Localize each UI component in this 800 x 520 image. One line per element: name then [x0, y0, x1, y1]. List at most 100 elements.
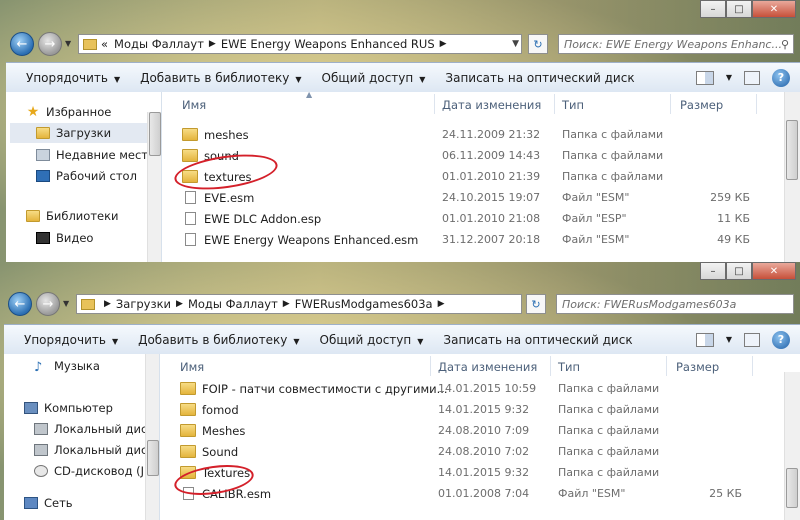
file-row[interactable]: EWE DLC Addon.esp 01.01.2010 21:08 Файл "E…: [166, 208, 800, 229]
sidebar-item-network[interactable]: Сеть: [24, 493, 73, 513]
cd-drive-icon: [34, 465, 48, 477]
command-bar: Упорядочить ▼ Добавить в библиотеку ▼ Общи…: [4, 324, 800, 354]
change-view-icon[interactable]: [695, 70, 714, 85]
breadcrumb-mody-fallout[interactable]: Моды Фаллаут: [114, 37, 204, 51]
sidebar-item-cd-drive[interactable]: CD-дисковод (J:): [34, 461, 152, 481]
help-icon[interactable]: ?: [772, 68, 790, 87]
share-menu[interactable]: Общий доступ ▼: [322, 71, 426, 85]
sidebar-item-desktop[interactable]: Рабочий стол: [36, 166, 137, 186]
nav-scrollbar[interactable]: [145, 354, 159, 520]
close-button[interactable]: ✕: [752, 0, 796, 18]
organize-menu[interactable]: Упорядочить ▼: [26, 71, 120, 85]
folder-row[interactable]: Textures 14.01.2015 9:32 Папка с файлами: [164, 462, 800, 483]
nav-scrollbar[interactable]: [147, 112, 161, 262]
burn-disc-button[interactable]: Записать на оптический диск: [445, 71, 634, 85]
chevron-down-icon: ▼: [113, 74, 121, 84]
column-type[interactable]: Тип: [558, 360, 580, 374]
preview-pane-icon[interactable]: [744, 332, 760, 347]
share-menu[interactable]: Общий доступ ▼: [320, 333, 424, 347]
cell-size: 11 КБ: [717, 212, 750, 225]
refresh-button[interactable]: ↻: [528, 34, 548, 54]
help-icon[interactable]: ?: [772, 330, 790, 349]
column-size[interactable]: Размер: [676, 360, 719, 374]
back-button[interactable]: ←: [8, 292, 32, 316]
folder-row[interactable]: fomod 14.01.2015 9:32 Папка с файлами: [164, 399, 800, 420]
add-to-library-menu[interactable]: Добавить в библиотеку ▼: [138, 333, 299, 347]
folder-row[interactable]: Meshes 24.08.2010 7:09 Папка с файлами: [164, 420, 800, 441]
chevron-right-icon[interactable]: ▶: [176, 299, 183, 309]
cell-type: Папка с файлами: [558, 382, 660, 395]
forward-button[interactable]: →: [38, 32, 62, 56]
desktop-icon: [36, 170, 50, 182]
chevron-down-icon[interactable]: ▼: [726, 335, 732, 344]
column-date[interactable]: Дата изменения: [442, 98, 541, 112]
toolbar-right-tools: ▼ ?: [695, 330, 790, 349]
sidebar-item-recent-places[interactable]: Недавние места: [36, 145, 155, 165]
recent-pages-dropdown[interactable]: ▼: [63, 299, 73, 308]
file-list-scrollbar[interactable]: [784, 92, 800, 262]
chevron-down-icon: ▼: [111, 336, 119, 346]
folder-row[interactable]: Sound 24.08.2010 7:02 Папка с файлами: [164, 441, 800, 462]
burn-disc-button[interactable]: Записать на оптический диск: [443, 333, 632, 347]
nav-scrollbar-thumb[interactable]: [149, 112, 161, 156]
sidebar-item-computer[interactable]: Компьютер: [24, 398, 113, 418]
maximize-button[interactable]: □: [726, 0, 752, 18]
address-bar[interactable]: « Моды Фаллаут ▶ EWE Energy Weapons Enha…: [78, 34, 522, 54]
cell-date: 24.11.2009 21:32: [442, 128, 541, 141]
file-row[interactable]: EVE.esm 24.10.2015 19:07 Файл "ESM" 259 КБ: [166, 187, 800, 208]
chevron-down-icon: ▼: [419, 74, 426, 84]
file-list-scrollbar[interactable]: [784, 372, 800, 520]
breadcrumb-ewe[interactable]: EWE Energy Weapons Enhanced RUS: [221, 37, 435, 51]
organize-menu[interactable]: Упорядочить ▼: [24, 333, 118, 347]
file-list-scrollbar-thumb[interactable]: [786, 468, 798, 508]
navigation-pane: ★ Избранное Загрузки Недавние места Рабоч…: [6, 92, 162, 262]
file-list-scrollbar-thumb[interactable]: [786, 120, 798, 180]
chevron-right-icon[interactable]: ▶: [209, 39, 216, 49]
sidebar-item-favorites[interactable]: ★ Избранное: [26, 102, 112, 122]
sidebar-item-libraries[interactable]: Библиотеки: [26, 206, 119, 226]
sidebar-item-video[interactable]: Видео: [36, 228, 93, 248]
minimize-button[interactable]: –: [700, 0, 726, 18]
column-type[interactable]: Тип: [562, 98, 584, 112]
chevron-right-icon[interactable]: ▶: [440, 39, 447, 49]
search-input[interactable]: Поиск: FWERusModgames603a: [556, 294, 794, 314]
chevron-right-icon[interactable]: ▶: [283, 299, 290, 309]
file-row[interactable]: CALIBR.esm 01.01.2008 7:04 Файл "ESM" 25 КБ: [164, 483, 800, 504]
change-view-icon[interactable]: [695, 332, 714, 347]
forward-button[interactable]: →: [36, 292, 60, 316]
breadcrumb-downloads[interactable]: Загрузки: [116, 297, 171, 311]
recent-pages-dropdown[interactable]: ▼: [65, 39, 75, 48]
close-button[interactable]: ✕: [752, 262, 796, 280]
sidebar-item-downloads[interactable]: Загрузки: [10, 123, 150, 143]
refresh-button[interactable]: ↻: [526, 294, 546, 314]
chevron-right-icon[interactable]: ▶: [438, 299, 445, 309]
sidebar-item-music[interactable]: ♪ Музыка: [34, 356, 100, 376]
nav-scrollbar-thumb[interactable]: [147, 440, 159, 476]
back-button[interactable]: ←: [10, 32, 34, 56]
preview-pane-icon[interactable]: [744, 70, 760, 85]
column-size[interactable]: Размер: [680, 98, 723, 112]
chevron-right-icon[interactable]: ▶: [104, 299, 111, 309]
breadcrumb-overflow[interactable]: «: [101, 37, 108, 51]
address-dropdown-icon[interactable]: ▼: [512, 39, 519, 49]
folder-row[interactable]: FOIP - патчи совместимости с другими... 1…: [164, 378, 800, 399]
address-bar[interactable]: ▶ Загрузки ▶ Моды Фаллаут ▶ FWERusModgam…: [76, 294, 522, 314]
sidebar-item-local-disk-2[interactable]: Локальный диск: [34, 440, 154, 460]
breadcrumb-mody-fallout[interactable]: Моды Фаллаут: [188, 297, 278, 311]
add-to-library-menu[interactable]: Добавить в библиотеку ▼: [140, 71, 301, 85]
minimize-button[interactable]: –: [700, 262, 726, 280]
cell-date: 01.01.2008 7:04: [438, 487, 530, 500]
maximize-button[interactable]: □: [726, 262, 752, 280]
column-date[interactable]: Дата изменения: [438, 360, 537, 374]
column-name[interactable]: Имя: [180, 360, 204, 374]
sidebar-item-local-disk-1[interactable]: Локальный диск: [34, 419, 154, 439]
search-icon[interactable]: ⚲: [781, 38, 789, 51]
breadcrumb-fwe[interactable]: FWERusModgames603a: [295, 297, 433, 311]
column-name[interactable]: Имя: [182, 98, 206, 112]
search-input[interactable]: Поиск: EWE Energy Weapons Enhanc... ⚲: [558, 34, 794, 54]
title-bar[interactable]: – □ ✕: [0, 262, 800, 290]
title-bar[interactable]: – □ ✕: [0, 0, 800, 28]
file-row[interactable]: EWE Energy Weapons Enhanced.esm 31.12.200…: [166, 229, 800, 250]
chevron-down-icon[interactable]: ▼: [726, 73, 732, 82]
folder-row[interactable]: meshes 24.11.2009 21:32 Папка с файлами: [166, 124, 800, 145]
